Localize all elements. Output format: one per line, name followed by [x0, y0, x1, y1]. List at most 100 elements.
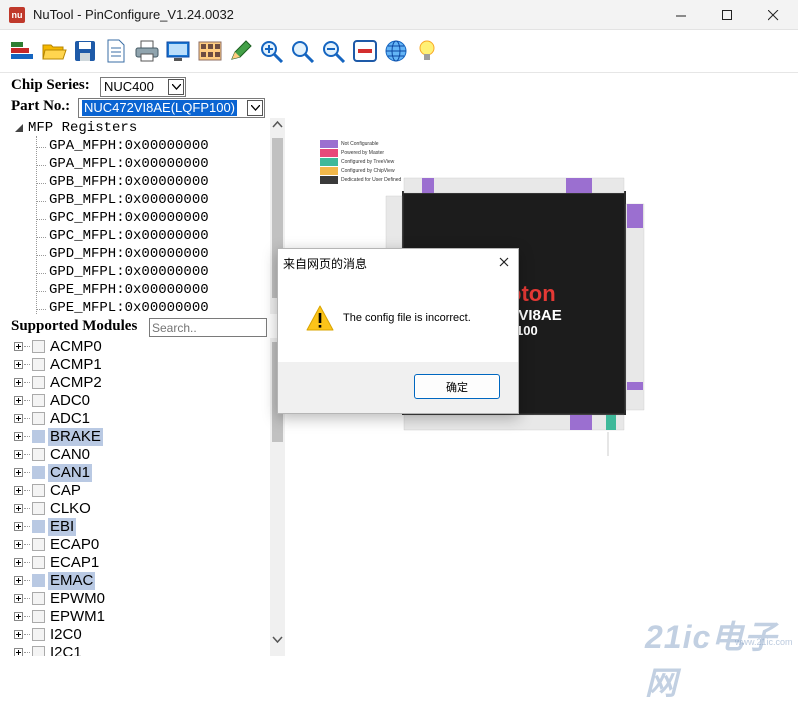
module-checkbox[interactable] — [32, 412, 45, 425]
expand-plus-icon[interactable] — [14, 522, 23, 531]
module-item[interactable]: CAP — [14, 482, 264, 500]
module-item[interactable]: I2C0 — [14, 626, 264, 644]
expand-plus-icon[interactable] — [14, 378, 23, 387]
module-item[interactable]: ADC0 — [14, 392, 264, 410]
module-checkbox[interactable] — [32, 430, 45, 443]
module-checkbox[interactable] — [32, 556, 45, 569]
mfp-register-item[interactable]: GPB_MFPL:0x00000000 — [49, 192, 209, 208]
tree-line — [24, 526, 30, 527]
chip-series-select[interactable]: NUC400 — [100, 77, 186, 97]
expand-plus-icon[interactable] — [14, 648, 23, 656]
view-button[interactable] — [164, 37, 192, 65]
expand-plus-icon[interactable] — [14, 468, 23, 477]
save-button[interactable] — [71, 37, 99, 65]
module-item[interactable]: BRAKE — [14, 428, 264, 446]
mfp-register-item[interactable]: GPD_MFPH:0x00000000 — [49, 246, 209, 262]
expand-plus-icon[interactable] — [14, 594, 23, 603]
expand-plus-icon[interactable] — [14, 396, 23, 405]
new-document-button[interactable] — [102, 37, 130, 65]
module-item[interactable]: CAN1 — [14, 464, 264, 482]
module-checkbox[interactable] — [32, 448, 45, 461]
legend-swatch — [320, 140, 338, 148]
expand-plus-icon[interactable] — [14, 450, 23, 459]
module-item[interactable]: ACMP0 — [14, 338, 264, 356]
grid-button[interactable] — [196, 37, 224, 65]
scroll-down-icon[interactable] — [270, 634, 285, 646]
module-item[interactable]: I2C1 — [14, 644, 264, 656]
dialog-close-icon[interactable] — [496, 254, 512, 270]
module-checkbox[interactable] — [32, 484, 45, 497]
mfp-register-item[interactable]: GPE_MFPL:0x00000000 — [49, 300, 209, 314]
module-item[interactable]: EBI — [14, 518, 264, 536]
module-checkbox[interactable] — [32, 394, 45, 407]
module-item[interactable]: CAN0 — [14, 446, 264, 464]
tree-line — [36, 255, 46, 256]
module-item[interactable]: EMAC — [14, 572, 264, 590]
module-checkbox[interactable] — [32, 376, 45, 389]
open-button[interactable] — [40, 37, 68, 65]
collapse-triangle-icon[interactable] — [15, 124, 24, 133]
remove-button[interactable] — [351, 37, 379, 65]
module-item[interactable]: ACMP1 — [14, 356, 264, 374]
expand-plus-icon[interactable] — [14, 414, 23, 423]
module-checkbox[interactable] — [32, 502, 45, 515]
help-button[interactable] — [413, 37, 441, 65]
module-item[interactable]: EPWM0 — [14, 590, 264, 608]
zoom-in-icon — [261, 41, 284, 63]
minimize-button[interactable] — [658, 0, 704, 30]
expand-plus-icon[interactable] — [14, 342, 23, 351]
print-button[interactable] — [133, 37, 161, 65]
legend-label: Powered by Master — [341, 150, 385, 156]
expand-plus-icon[interactable] — [14, 558, 23, 567]
module-checkbox[interactable] — [32, 574, 45, 587]
expand-plus-icon[interactable] — [14, 432, 23, 441]
module-checkbox[interactable] — [32, 646, 45, 656]
chip-button[interactable] — [8, 37, 36, 65]
window-title: NuTool - PinConfigure_V1.24.0032 — [33, 7, 234, 22]
module-checkbox[interactable] — [32, 628, 45, 641]
close-window-button[interactable] — [750, 0, 796, 30]
expand-plus-icon[interactable] — [14, 612, 23, 621]
module-item[interactable]: ECAP1 — [14, 554, 264, 572]
ok-button[interactable]: 确定 — [414, 374, 500, 399]
expand-plus-icon[interactable] — [14, 576, 23, 585]
scroll-up-icon[interactable] — [270, 119, 285, 131]
expand-plus-icon[interactable] — [14, 630, 23, 639]
expand-plus-icon[interactable] — [14, 540, 23, 549]
part-no-select[interactable]: NUC472VI8AE(LQFP100) — [78, 98, 265, 118]
mfp-register-item[interactable]: GPA_MFPH:0x00000000 — [49, 138, 209, 154]
module-label: CAN1 — [48, 464, 93, 482]
module-item[interactable]: EPWM1 — [14, 608, 264, 626]
mfp-register-item[interactable]: GPC_MFPH:0x00000000 — [49, 210, 209, 226]
module-checkbox[interactable] — [32, 610, 45, 623]
mfp-register-item[interactable]: GPD_MFPL:0x00000000 — [49, 264, 209, 280]
module-checkbox[interactable] — [32, 466, 45, 479]
mfp-register-item[interactable]: GPC_MFPL:0x00000000 — [49, 228, 209, 244]
mfp-register-item[interactable]: GPB_MFPH:0x00000000 — [49, 174, 209, 190]
module-search-input[interactable] — [149, 318, 267, 337]
expand-plus-icon[interactable] — [14, 360, 23, 369]
expand-plus-icon[interactable] — [14, 504, 23, 513]
module-item[interactable]: ADC1 — [14, 410, 264, 428]
module-item[interactable]: CLKO — [14, 500, 264, 518]
mfp-register-item[interactable]: GPE_MFPH:0x00000000 — [49, 282, 209, 298]
zoom-out-button[interactable] — [320, 37, 348, 65]
module-item[interactable]: ACMP2 — [14, 374, 264, 392]
maximize-button[interactable] — [704, 0, 750, 30]
module-checkbox[interactable] — [32, 340, 45, 353]
legend-label: Configured by ChipView — [341, 168, 395, 174]
module-item[interactable]: ECAP0 — [14, 536, 264, 554]
tree-line — [24, 436, 30, 437]
module-checkbox[interactable] — [32, 538, 45, 551]
module-checkbox[interactable] — [32, 592, 45, 605]
module-checkbox[interactable] — [32, 520, 45, 533]
mfp-register-item[interactable]: GPA_MFPL:0x00000000 — [49, 156, 209, 172]
module-checkbox[interactable] — [32, 358, 45, 371]
zoom-in-button[interactable] — [258, 37, 286, 65]
message-dialog: 来自网页的消息 The config file is incorrect. 确定 — [277, 248, 519, 414]
mfp-tree[interactable]: MFP Registers GPA_MFPH:0x00000000 GPA_MFP… — [8, 118, 270, 314]
zoom-reset-button[interactable] — [289, 37, 317, 65]
edit-button[interactable] — [227, 37, 255, 65]
expand-plus-icon[interactable] — [14, 486, 23, 495]
web-button[interactable] — [382, 37, 410, 65]
